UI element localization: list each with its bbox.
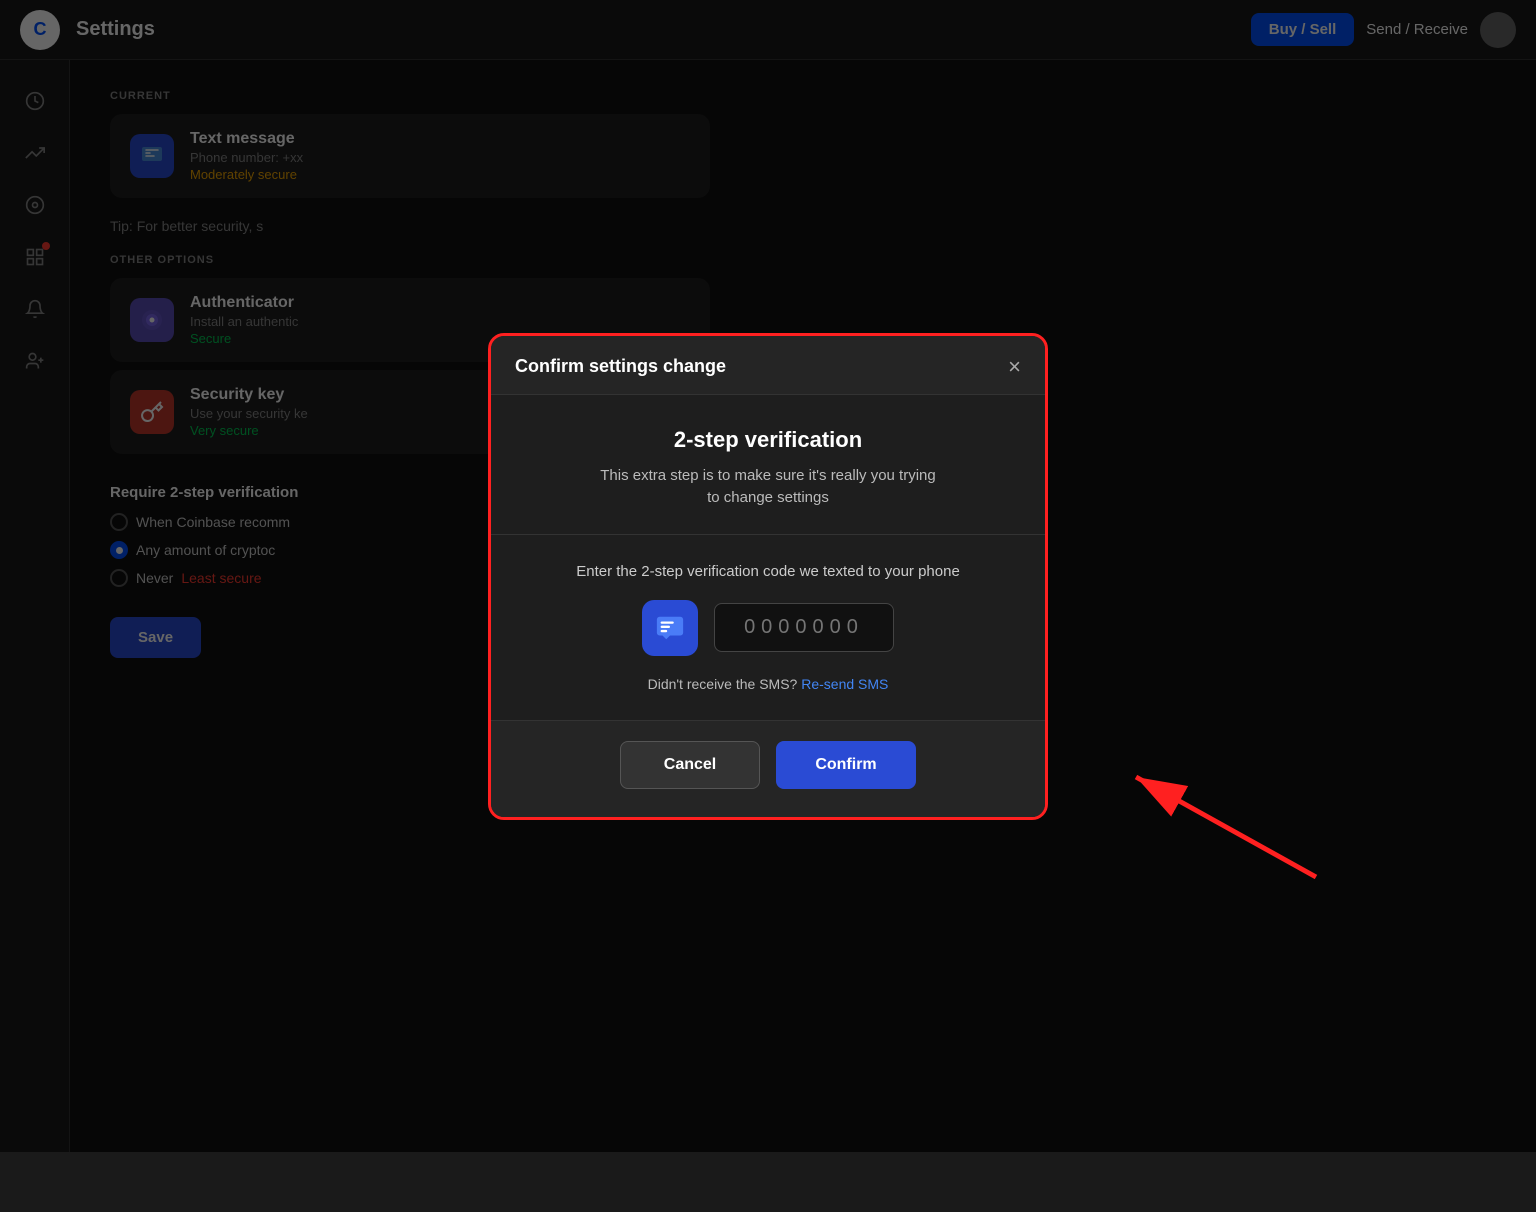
modal-close-button[interactable]: ×	[1008, 356, 1021, 378]
verification-code-input[interactable]	[714, 603, 894, 652]
confirm-modal: Confirm settings change × 2-step verific…	[488, 333, 1048, 820]
sms-resend-text: Didn't receive the SMS? Re-send SMS	[515, 676, 1021, 692]
two-step-title: 2-step verification	[515, 427, 1021, 453]
code-row	[515, 600, 1021, 656]
sms-icon	[642, 600, 698, 656]
two-step-description: This extra step is to make sure it's rea…	[515, 465, 1021, 510]
modal-footer: Cancel Confirm	[491, 720, 1045, 817]
modal-title: Confirm settings change	[515, 356, 726, 377]
modal-body-bottom: Enter the 2-step verification code we te…	[491, 535, 1045, 720]
modal-header: Confirm settings change ×	[491, 336, 1045, 395]
resend-sms-link[interactable]: Re-send SMS	[801, 676, 888, 692]
modal-body-top: 2-step verification This extra step is t…	[491, 395, 1045, 535]
code-prompt: Enter the 2-step verification code we te…	[515, 563, 1021, 580]
cancel-button[interactable]: Cancel	[620, 741, 760, 789]
modal-overlay: Confirm settings change × 2-step verific…	[0, 0, 1536, 1152]
confirm-button[interactable]: Confirm	[776, 741, 916, 789]
